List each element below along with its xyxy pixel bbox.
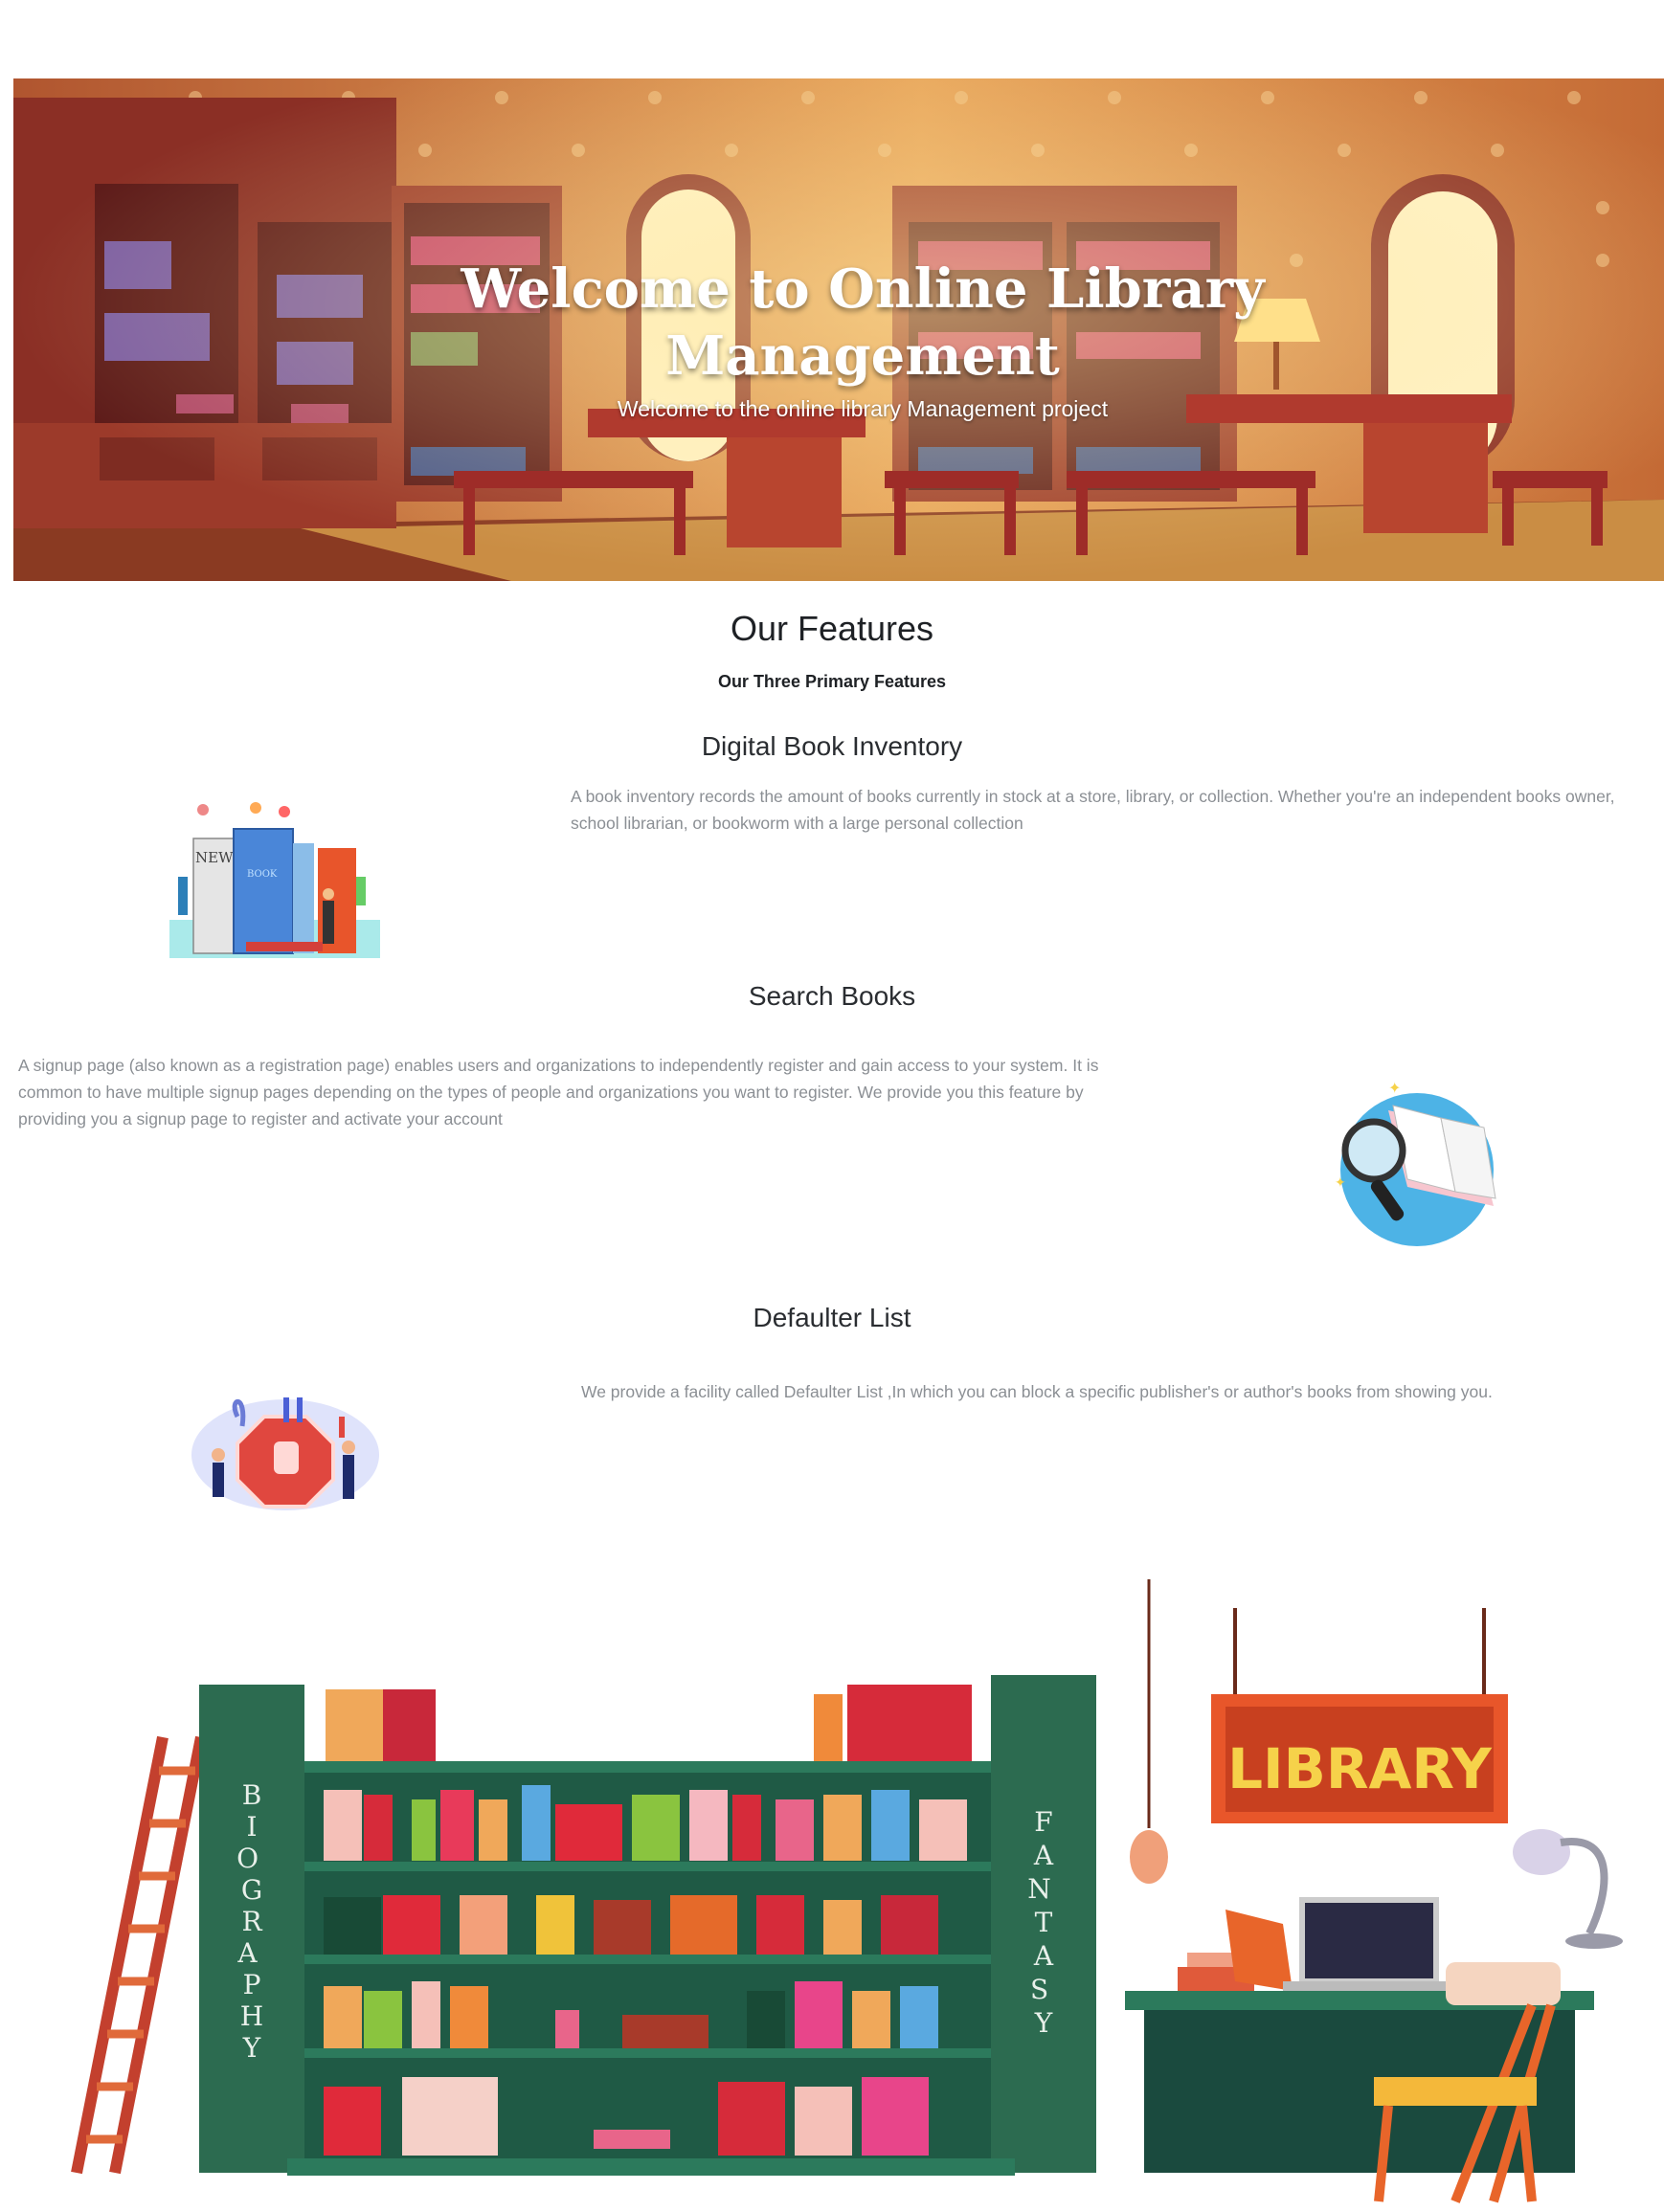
search-book-magnifier-illustration: ✦ ✦ [1335,1082,1496,1246]
hero-text-block: Welcome to Online Library Management Wel… [13,78,1664,581]
svg-text:✦: ✦ [1335,1174,1346,1190]
hero-banner: Welcome to Online Library Management Wel… [13,78,1664,581]
hero-title: Welcome to Online Library Management [461,257,1265,388]
feature-title-defaulter-list: Defaulter List [753,1303,911,1332]
feature-description-search-books: A signup page (also known as a registrat… [18,1056,1099,1128]
features-subheading: Our Three Primary Features [717,672,947,691]
book-inventory-illustration: NEW BOOK [169,802,380,958]
svg-text:BOOK: BOOK [247,869,278,880]
ladder-illustration [71,1735,207,2175]
svg-text:✦: ✦ [1388,1082,1401,1097]
feature-description-defaulter-list: We provide a facility called Defaulter L… [581,1382,1493,1401]
feature-title-digital-inventory: Digital Book Inventory [701,731,963,761]
features-heading: Our Features [730,609,934,648]
svg-text:LIBRARY: LIBRARY [1227,1736,1493,1801]
library-footer-illustration: BIO GRA PHY FAN TAS Y LIBRARY [71,1579,1623,2203]
defaulter-stop-illustration [191,1397,379,1510]
svg-text:NEW: NEW [195,849,234,866]
hero-subtitle: Welcome to the online library Management… [617,396,1109,421]
feature-title-search-books: Search Books [748,981,916,1011]
feature-description-digital-inventory: A book inventory records the amount of b… [571,787,1615,833]
